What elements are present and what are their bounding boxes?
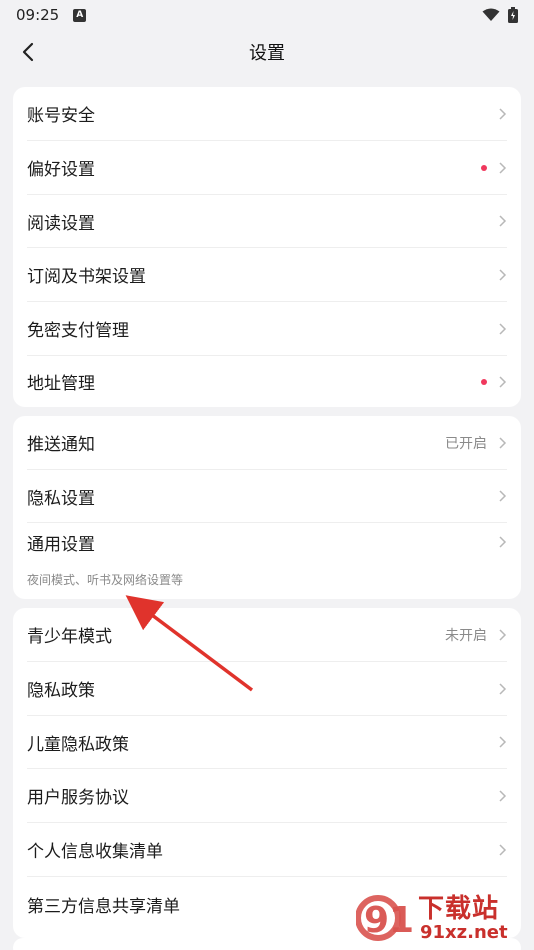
row-label: 推送通知: [27, 435, 95, 455]
chevron-right-icon: [499, 490, 507, 502]
chevron-right-icon: [499, 215, 507, 227]
status-bar: 09:25 A: [0, 0, 534, 30]
row-label: 订阅及书架设置: [27, 267, 146, 287]
svg-text:91: 91: [364, 900, 414, 941]
row-value: 已开启: [445, 435, 487, 452]
row-label: 青少年模式: [27, 627, 112, 647]
row-label: 个人信息收集清单: [27, 842, 163, 862]
row-personal-info-list[interactable]: 个人信息收集清单: [13, 823, 521, 876]
watermark-logo: 91 下载站 91xz.net: [355, 888, 532, 948]
back-button[interactable]: [14, 38, 42, 66]
row-reading-settings[interactable]: 阅读设置: [13, 195, 521, 247]
row-privacy-policy[interactable]: 隐私政策: [13, 662, 521, 715]
settings-group-account: 账号安全 偏好设置 阅读设置 订阅及书架设置 免密支付管理 地址管理: [13, 87, 521, 407]
row-privacy-settings[interactable]: 隐私设置: [13, 470, 521, 522]
watermark-title: 下载站: [418, 894, 500, 924]
notification-a-icon: A: [73, 8, 87, 22]
page-title: 设置: [249, 43, 285, 64]
row-label: 免密支付管理: [27, 321, 129, 341]
row-label: 地址管理: [27, 374, 95, 394]
settings-group-general: 推送通知 已开启 隐私设置 通用设置 夜间模式、听书及网络设置等: [13, 416, 521, 599]
chevron-right-icon: [499, 536, 507, 548]
row-label: 第三方信息共享清单: [27, 897, 180, 917]
status-time: 09:25: [16, 6, 60, 24]
back-arrow-icon: [22, 42, 34, 62]
row-general-settings[interactable]: 通用设置: [13, 523, 521, 575]
row-label: 用户服务协议: [27, 788, 129, 808]
chevron-right-icon: [499, 682, 507, 695]
chevron-right-icon: [499, 161, 507, 174]
chevron-right-icon: [499, 736, 507, 748]
battery-icon: [508, 7, 518, 23]
row-push-notifications[interactable]: 推送通知 已开启: [13, 416, 521, 469]
row-label: 通用设置: [27, 534, 95, 555]
chevron-right-icon: [499, 268, 507, 281]
chevron-right-icon: [499, 628, 507, 641]
chevron-right-icon: [499, 107, 507, 120]
red-dot-badge: [481, 164, 487, 171]
row-teen-mode[interactable]: 青少年模式 未开启: [13, 608, 521, 661]
watermark-url: 91xz.net: [420, 922, 508, 943]
row-label: 隐私设置: [27, 488, 95, 509]
row-subtitle: 夜间模式、听书及网络设置等: [27, 573, 184, 587]
chevron-right-icon: [499, 843, 507, 856]
chevron-right-icon: [499, 375, 507, 388]
wifi-icon: [482, 8, 500, 21]
nav-bar: 设置: [0, 30, 534, 74]
status-right: [482, 7, 518, 23]
row-address-management[interactable]: 地址管理: [13, 356, 521, 407]
red-dot-badge: [481, 378, 487, 385]
chevron-right-icon: [499, 436, 507, 449]
row-children-privacy-policy[interactable]: 儿童隐私政策: [13, 716, 521, 768]
row-subscription-bookshelf[interactable]: 订阅及书架设置: [13, 248, 521, 301]
row-preference-settings[interactable]: 偏好设置: [13, 141, 521, 194]
row-value: 未开启: [445, 627, 487, 644]
row-label: 偏好设置: [27, 160, 95, 180]
row-label: 隐私政策: [27, 681, 95, 701]
row-account-security[interactable]: 账号安全: [13, 87, 521, 140]
row-user-service-agreement[interactable]: 用户服务协议: [13, 769, 521, 822]
chevron-right-icon: [499, 789, 507, 802]
chevron-right-icon: [499, 322, 507, 335]
row-label: 账号安全: [27, 106, 95, 126]
row-label: 儿童隐私政策: [27, 734, 129, 755]
row-password-free-payment[interactable]: 免密支付管理: [13, 302, 521, 355]
row-label: 阅读设置: [27, 213, 95, 234]
